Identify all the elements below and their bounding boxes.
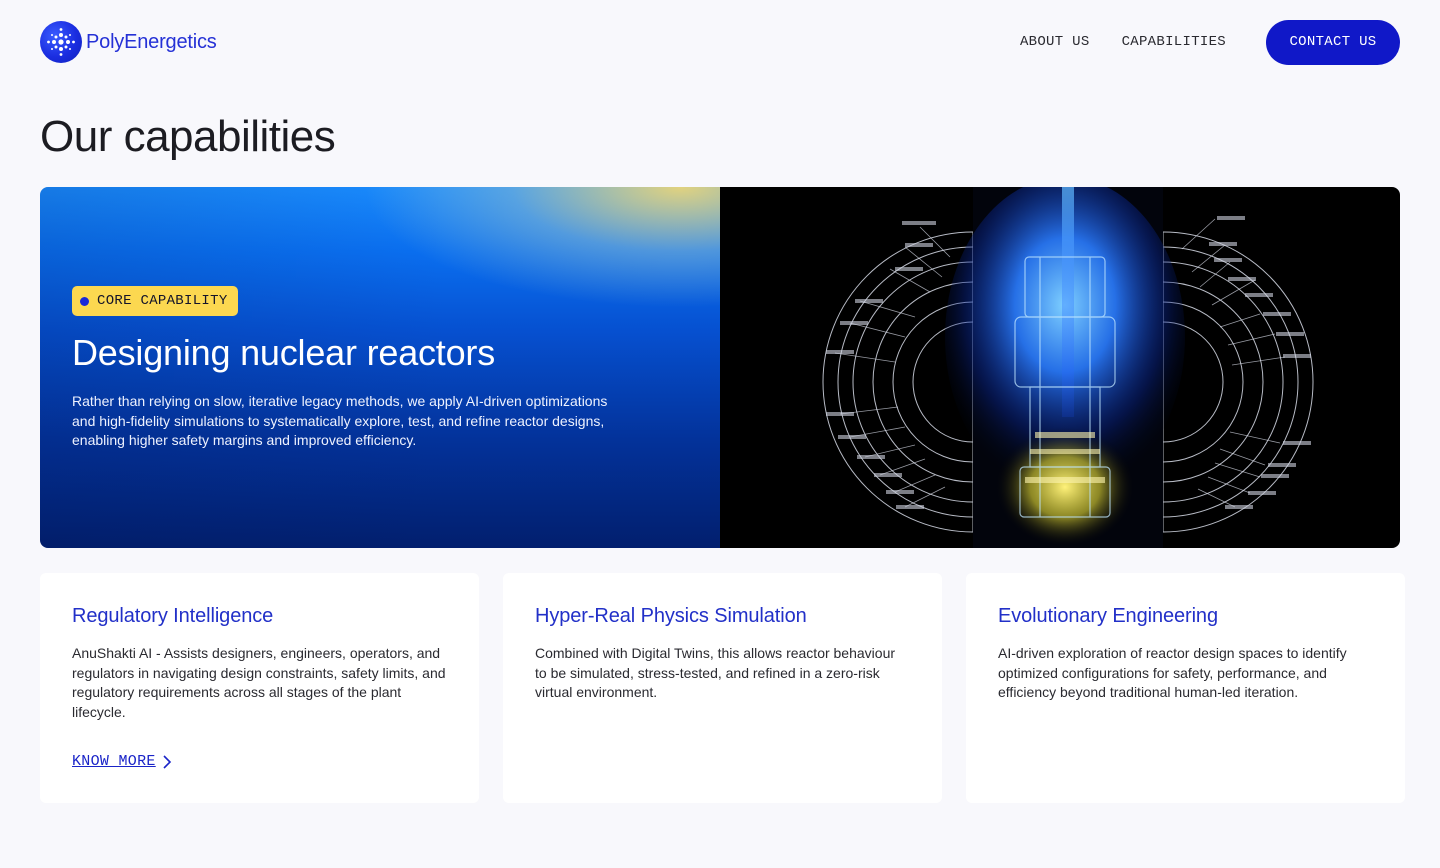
- card-regulatory-intelligence: Regulatory Intelligence AnuShakti AI - A…: [40, 573, 479, 803]
- hero-title: Designing nuclear reactors: [72, 332, 496, 373]
- nav-about-us[interactable]: ABOUT US: [1020, 34, 1090, 50]
- card-evolutionary-engineering: Evolutionary Engineering AI-driven explo…: [966, 573, 1405, 803]
- card-description: Combined with Digital Twins, this allows…: [535, 645, 896, 700]
- nav-capabilities[interactable]: CAPABILITIES: [1122, 34, 1226, 50]
- hero-text-panel: CORE CAPABILITY Designing nuclear reacto…: [40, 187, 720, 548]
- brand-logo-link[interactable]: PolyEnergetics: [40, 21, 217, 63]
- card-title: Hyper-Real Physics Simulation: [535, 605, 807, 627]
- hero-description: Rather than relying on slow, iterative l…: [72, 393, 608, 448]
- card-title: Evolutionary Engineering: [998, 605, 1218, 627]
- know-more-label: KNOW MORE: [72, 753, 156, 770]
- reactor-blueprint-illustration: [720, 187, 1400, 548]
- card-physics-simulation: Hyper-Real Physics Simulation Combined w…: [503, 573, 942, 803]
- badge-label: CORE CAPABILITY: [97, 293, 228, 309]
- hero-card: CORE CAPABILITY Designing nuclear reacto…: [40, 187, 1400, 548]
- know-more-link[interactable]: KNOW MORE: [72, 753, 172, 770]
- main-nav: ABOUT US CAPABILITIES CONTACT US: [1020, 19, 1400, 65]
- card-description: AI-driven exploration of reactor design …: [998, 645, 1347, 700]
- badge-dot-icon: [80, 296, 89, 306]
- brand-name: PolyEnergetics: [86, 30, 217, 53]
- card-description: AnuShakti AI - Assists designers, engine…: [72, 645, 446, 720]
- chevron-right-icon: [163, 754, 171, 769]
- logo-dots-icon: [40, 21, 82, 63]
- core-capability-badge: CORE CAPABILITY: [72, 286, 238, 316]
- capability-cards: Regulatory Intelligence AnuShakti AI - A…: [40, 573, 1405, 803]
- page-title: Our capabilities: [40, 112, 336, 161]
- card-title: Regulatory Intelligence: [72, 605, 274, 627]
- site-header: PolyEnergetics ABOUT US CAPABILITIES CON…: [40, 19, 1400, 65]
- contact-us-button[interactable]: CONTACT US: [1266, 19, 1400, 65]
